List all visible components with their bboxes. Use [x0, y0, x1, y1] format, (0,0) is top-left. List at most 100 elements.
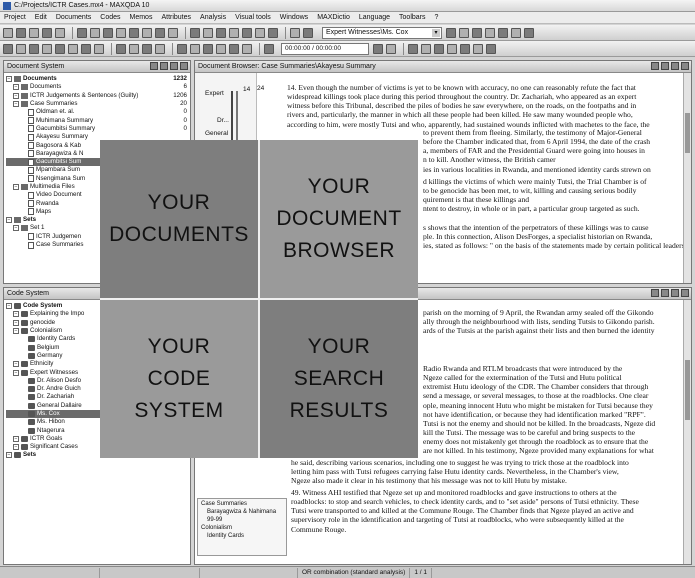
image-icon[interactable] — [486, 43, 496, 54]
stop-icon[interactable] — [203, 43, 213, 54]
document-tree-item[interactable]: − Case Summaries 20 — [6, 100, 190, 108]
document-tree-item[interactable]: Gacumbitsi Summary 0 — [6, 125, 190, 133]
code-color-icon[interactable] — [459, 27, 469, 38]
close-icon[interactable] — [681, 289, 689, 297]
anchor-icon[interactable] — [421, 43, 431, 54]
pdf-icon[interactable] — [473, 43, 483, 54]
copy-icon[interactable] — [90, 27, 100, 38]
leaf-marker-icon[interactable] — [20, 143, 26, 149]
source-tree-item[interactable]: Colonialism — [199, 524, 285, 532]
rewind-icon[interactable] — [216, 43, 226, 54]
font-icon[interactable] — [155, 43, 165, 54]
menu-item[interactable]: Toolbars — [399, 14, 425, 21]
menu-item[interactable]: Attributes — [161, 14, 191, 21]
segment-text-bottom[interactable]: he said, describing various scenarios, i… — [291, 458, 679, 485]
chevron-down-icon[interactable]: ▾ — [432, 28, 440, 37]
expand-toggle-icon[interactable]: − — [13, 101, 19, 108]
open-project-icon[interactable] — [16, 27, 26, 38]
close-icon[interactable] — [681, 62, 689, 70]
expand-toggle-icon[interactable]: − — [13, 444, 19, 451]
source-tree-item[interactable]: Identity Cards — [199, 532, 285, 540]
print-icon[interactable] — [55, 27, 65, 38]
expand-toggle-icon[interactable]: − — [6, 76, 12, 83]
speaker-icon[interactable] — [264, 43, 274, 54]
leaf-marker-icon[interactable] — [20, 234, 26, 240]
deactivate-icon[interactable] — [203, 27, 213, 38]
leaf-marker-icon[interactable] — [20, 378, 26, 384]
italic-icon[interactable] — [129, 43, 139, 54]
menu-item[interactable]: Memos — [130, 14, 153, 21]
leaf-marker-icon[interactable] — [20, 428, 26, 434]
activate-icon[interactable] — [190, 27, 200, 38]
filter-icon[interactable] — [155, 27, 165, 38]
volume-icon[interactable] — [373, 43, 383, 54]
weight-code-icon[interactable] — [498, 27, 508, 38]
sum-icon[interactable] — [408, 43, 418, 54]
segment-text-middle[interactable]: Radio Rwanda and RTLM broadcasts that we… — [423, 364, 679, 456]
leaf-marker-icon[interactable] — [20, 345, 26, 351]
leaf-marker-icon[interactable] — [20, 353, 26, 359]
leaf-marker-icon[interactable] — [20, 159, 26, 165]
browser-view-icon[interactable] — [29, 43, 39, 54]
close-icon[interactable] — [180, 62, 188, 70]
code-stripe[interactable] — [236, 91, 238, 141]
link-icon[interactable] — [268, 27, 278, 38]
leaf-marker-icon[interactable] — [20, 126, 26, 132]
leaf-marker-icon[interactable] — [20, 419, 26, 425]
document-tree-item[interactable]: − Documents 6 — [6, 83, 190, 91]
expand-toggle-icon[interactable]: − — [13, 435, 19, 442]
code-view-icon[interactable] — [16, 43, 26, 54]
refresh-icon[interactable] — [150, 62, 158, 70]
expand-toggle-icon[interactable]: − — [13, 184, 19, 190]
settings-icon[interactable] — [168, 27, 178, 38]
menu-item[interactable]: Edit — [35, 14, 47, 21]
code-label-expert[interactable]: Expert — [205, 90, 224, 97]
expand-toggle-icon[interactable]: − — [13, 361, 19, 368]
source-tree-item[interactable]: Barayagwiza & Nahimana — [199, 508, 285, 516]
code-icon[interactable] — [290, 27, 300, 38]
leaf-marker-icon[interactable] — [20, 386, 26, 392]
segment-text-right[interactable]: parish on the morning of 9 April, the Rw… — [423, 308, 679, 335]
layout-alt-icon[interactable] — [68, 43, 78, 54]
expand-toggle-icon[interactable]: − — [6, 303, 12, 310]
leaf-marker-icon[interactable] — [20, 134, 26, 140]
document-tree-item[interactable]: − ICTR Judgements & Sentences (Guilty) 120… — [6, 92, 190, 100]
expand-toggle-icon[interactable]: − — [13, 319, 19, 326]
expand-toggle-icon[interactable]: − — [13, 225, 19, 232]
leaf-marker-icon[interactable] — [20, 109, 26, 115]
doc-view-icon[interactable] — [3, 43, 13, 54]
code-label-dr[interactable]: Dr... — [217, 117, 229, 124]
memo-icon[interactable] — [116, 27, 126, 38]
bold-icon[interactable] — [116, 43, 126, 54]
browser-scrollbar[interactable] — [683, 73, 691, 283]
zoom-icon[interactable] — [460, 43, 470, 54]
leaf-marker-icon[interactable] — [20, 167, 26, 173]
scrollbar-thumb[interactable] — [685, 360, 690, 420]
code-assign-icon[interactable] — [446, 27, 456, 38]
forward-icon[interactable] — [229, 43, 239, 54]
speed-icon[interactable] — [386, 43, 396, 54]
new-doc-icon[interactable] — [160, 62, 168, 70]
menu-item[interactable]: ? — [435, 14, 439, 21]
color-icon[interactable] — [255, 27, 265, 38]
export-icon[interactable] — [661, 289, 669, 297]
source-tree-item[interactable]: 99-99 — [199, 516, 285, 524]
timestamp-icon[interactable] — [242, 43, 252, 54]
document-tree-item[interactable]: Muhimana Summary 0 — [6, 116, 190, 125]
edit-icon[interactable] — [42, 27, 52, 38]
edit-mode-icon[interactable] — [651, 62, 659, 70]
segment-paragraph-49[interactable]: 49. Witness AHI testified that Ngeze set… — [291, 488, 679, 534]
menu-item[interactable]: MAXDictio — [317, 14, 350, 21]
document-text-right-1[interactable]: to prevent them from fleeing. Similarly,… — [423, 128, 679, 174]
layout-icon[interactable] — [55, 43, 65, 54]
menu-item[interactable]: Codes — [100, 14, 120, 21]
document-text-top[interactable]: 14. Even though the number of victims is… — [287, 83, 679, 129]
leaf-marker-icon[interactable] — [20, 201, 26, 207]
new-project-icon[interactable] — [3, 27, 13, 38]
lexical-search-icon[interactable] — [229, 27, 239, 38]
document-tree-item[interactable]: − Documents 1232 — [6, 75, 190, 83]
split-icon[interactable] — [94, 43, 104, 54]
align-icon[interactable] — [447, 43, 457, 54]
search-doc-icon[interactable] — [671, 62, 679, 70]
document-tree-item[interactable]: Oldman et. al. 0 — [6, 108, 190, 116]
